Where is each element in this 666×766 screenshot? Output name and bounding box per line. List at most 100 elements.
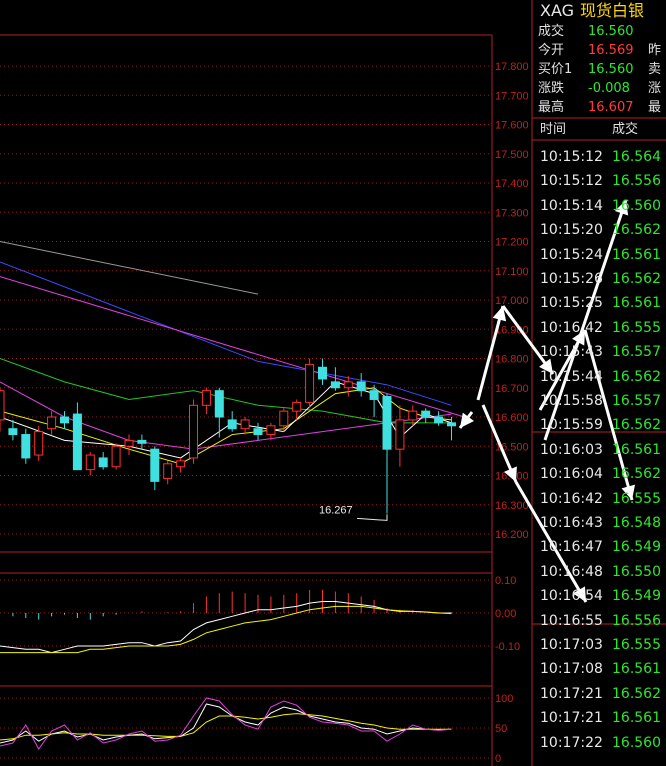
- tick-time: 10:15:24: [540, 246, 603, 263]
- tick-price: 16.555: [612, 637, 661, 653]
- tick-price: 16.557: [612, 393, 661, 409]
- arrow-small-head: [460, 412, 474, 428]
- tick-time: 10:17:21: [540, 685, 603, 702]
- candle: [85, 452, 95, 476]
- tick-time: 10:15:12: [540, 173, 603, 190]
- tick-row[interactable]: 10:17:03 16.555: [540, 634, 661, 656]
- tick-row[interactable]: 10:16:48 16.550: [540, 561, 661, 583]
- tick-price: 16.561: [612, 441, 661, 458]
- tick-row[interactable]: 10:15:14 16.560: [540, 195, 661, 217]
- tick-time: 10:16:04: [540, 466, 603, 483]
- candle-body: [8, 428, 18, 436]
- tick-row[interactable]: 10:16:04 16.562: [540, 463, 661, 485]
- y-tick-label: 0.10: [495, 575, 516, 587]
- candle: [201, 387, 211, 415]
- candle-body: [0, 390, 5, 421]
- candle: [60, 411, 69, 429]
- quote-row: 买价1 16.560 卖: [538, 60, 661, 79]
- quote-label: 成交: [538, 24, 565, 39]
- tick-row[interactable]: 10:16:55 16.556: [540, 610, 661, 632]
- tick-time: 10:17:08: [540, 661, 603, 678]
- candle-body: [279, 410, 289, 427]
- y-tick-label: 50: [495, 723, 507, 735]
- candle: [0, 387, 5, 432]
- tick-price: 16.556: [612, 612, 661, 629]
- macd-panel: [0, 589, 452, 654]
- y-tick-label: 17.200: [495, 237, 529, 249]
- tick-row[interactable]: 10:16:03 16.561: [540, 439, 661, 461]
- candle: [111, 443, 121, 470]
- candle-body: [21, 434, 31, 459]
- candle-body: [382, 396, 392, 450]
- tick-time: 10:16:48: [540, 563, 603, 580]
- tick-price: 16.548: [612, 515, 661, 531]
- tick-row[interactable]: 10:17:22 16.560: [540, 732, 661, 754]
- candle: [305, 358, 315, 409]
- ticks-time-header: 时间: [540, 122, 567, 137]
- tick-price: 16.555: [612, 490, 661, 507]
- tick-row[interactable]: 10:15:59 16.562: [540, 414, 661, 436]
- candle: [421, 408, 431, 423]
- macd-dea-line: [0, 605, 452, 654]
- symbol-header: XAG 现货白银: [540, 0, 644, 22]
- tick-time: 10:15:43: [540, 344, 603, 361]
- kdj-d-line: [0, 713, 452, 741]
- tick-row[interactable]: 10:16:42 16.555: [540, 488, 661, 510]
- tick-row[interactable]: 10:16:54 16.549: [540, 585, 661, 607]
- candle: [382, 393, 392, 514]
- candle: [34, 425, 44, 461]
- tick-time: 10:16:03: [540, 441, 603, 458]
- ma-line-magenta-trend: [0, 276, 465, 418]
- candle-body: [85, 454, 95, 471]
- low-pointer: [356, 514, 388, 521]
- candle-body: [395, 419, 405, 450]
- tick-row[interactable]: 10:15:26 16.562: [540, 268, 661, 290]
- y-tick-label: 16.800: [495, 354, 529, 366]
- tick-row[interactable]: 10:15:44 16.562: [540, 366, 661, 388]
- candle-body: [137, 439, 147, 444]
- candle-body: [47, 416, 57, 430]
- kdj-k-line: [0, 703, 452, 744]
- tick-row[interactable]: 10:15:58 16.557: [540, 390, 661, 412]
- tick-time: 10:15:44: [540, 368, 603, 385]
- candle-body: [253, 428, 263, 436]
- tick-time: 10:16:42: [540, 490, 603, 507]
- candle: [124, 434, 134, 456]
- tick-row[interactable]: 10:16:42 16.555: [540, 317, 661, 339]
- quote-label: 今开: [538, 43, 565, 58]
- candle-body: [330, 381, 340, 389]
- tick-row[interactable]: 10:17:08 16.561: [540, 658, 661, 680]
- tick-row[interactable]: 10:15:25 16.561: [540, 292, 661, 314]
- tick-row[interactable]: 10:15:24 16.561: [540, 244, 661, 266]
- tick-time: 10:16:43: [540, 515, 603, 531]
- tick-price: 16.561: [612, 295, 661, 312]
- ticks-price-header: 成交: [612, 122, 639, 137]
- tick-price: 16.556: [612, 173, 661, 190]
- candle: [447, 417, 456, 441]
- candle: [176, 457, 186, 473]
- kdj-panel: [0, 697, 452, 750]
- tick-time: 10:16:54: [540, 588, 603, 605]
- candle: [395, 405, 405, 467]
- quote-label: 最高: [538, 100, 565, 115]
- candle-body: [356, 381, 366, 392]
- candle-body: [318, 366, 327, 380]
- candle: [227, 411, 237, 432]
- tick-row[interactable]: 10:15:20 16.562: [540, 219, 661, 241]
- tick-time: 10:16:55: [540, 612, 603, 629]
- tick-time: 10:16:47: [540, 539, 603, 556]
- candle: [47, 411, 57, 435]
- quote-extra-label: 昨: [648, 43, 662, 58]
- tick-row[interactable]: 10:16:47 16.549: [540, 536, 661, 558]
- tick-row[interactable]: 10:15:12 16.564: [540, 146, 661, 168]
- tick-row[interactable]: 10:17:21 16.561: [540, 707, 661, 729]
- tick-row[interactable]: 10:17:21 16.562: [540, 683, 661, 705]
- quote-value: 16.560: [588, 24, 634, 39]
- tick-row[interactable]: 10:15:43 16.557: [540, 341, 661, 363]
- tick-row[interactable]: 10:16:43 16.548: [540, 512, 661, 534]
- tick-price: 16.555: [612, 319, 661, 336]
- tick-row[interactable]: 10:15:12 16.556: [540, 170, 661, 192]
- candle-body: [266, 425, 276, 436]
- quote-extra-label: 涨: [648, 81, 662, 96]
- candle: [434, 411, 444, 426]
